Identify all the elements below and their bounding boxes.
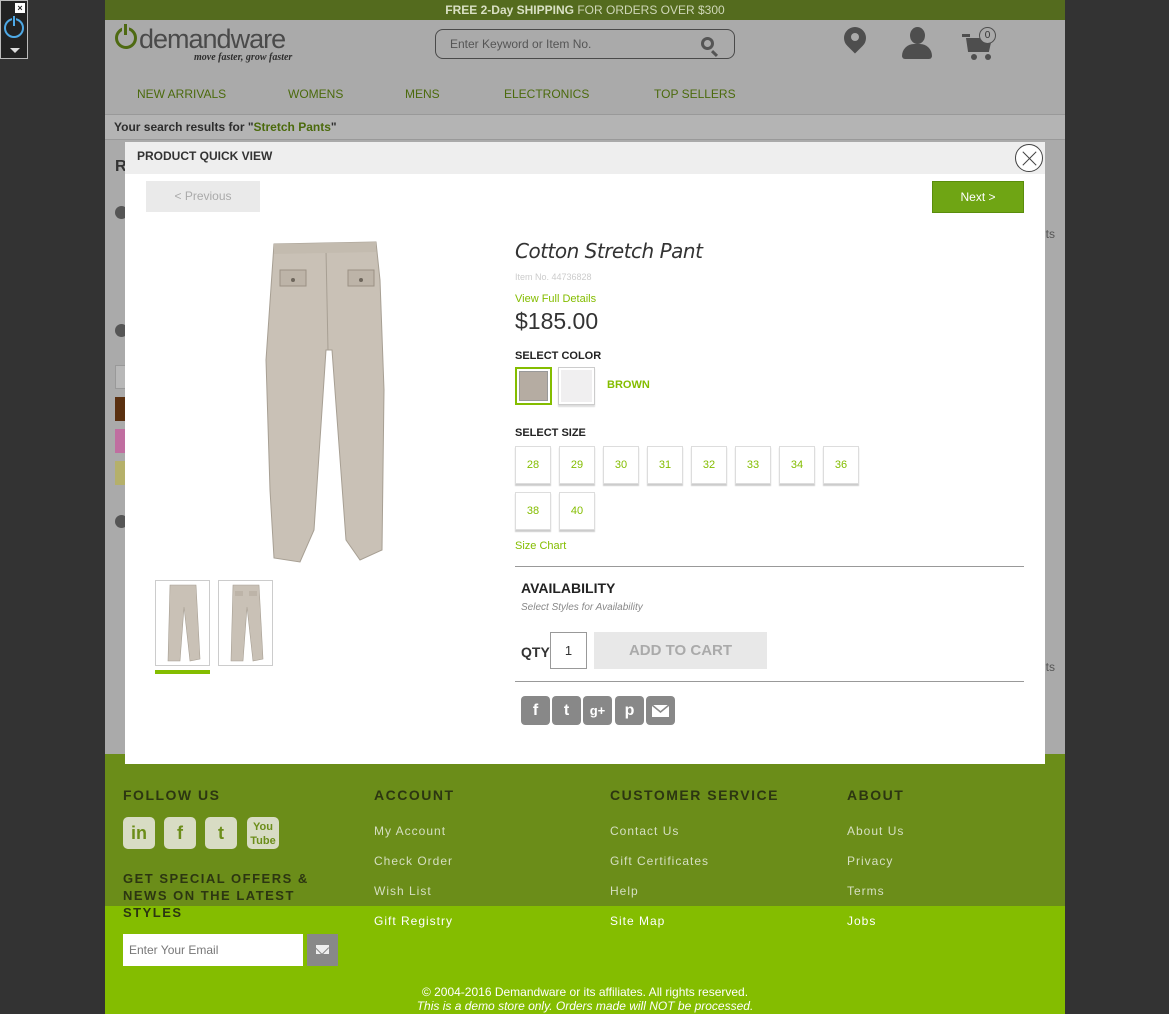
twitter-icon[interactable]: t — [552, 696, 581, 725]
nav-top-sellers[interactable]: TOP SELLERS — [654, 87, 736, 101]
search-term: Stretch Pants — [253, 120, 331, 134]
footer-link-contact-us[interactable]: Contact Us — [610, 824, 679, 838]
footer-link-wish-list[interactable]: Wish List — [374, 884, 432, 898]
close-icon[interactable] — [1015, 144, 1043, 172]
size-option[interactable]: 28 — [515, 446, 551, 484]
chevron-down-icon[interactable] — [10, 48, 20, 53]
site-header: demandware move faster, grow faster 0 — [105, 20, 1065, 80]
availability-message: Select Styles for Availability — [521, 602, 643, 613]
main-nav: NEW ARRIVALS WOMENS MENS ELECTRONICS TOP… — [105, 80, 1065, 114]
footer-link-jobs[interactable]: Jobs — [847, 914, 876, 928]
email-submit-icon[interactable] — [307, 934, 338, 966]
linkedin-icon[interactable]: in — [123, 817, 155, 849]
store-locator-icon[interactable] — [839, 22, 871, 59]
footer-link-about-us[interactable]: About Us — [847, 824, 904, 838]
twitter-icon[interactable]: t — [205, 817, 237, 849]
promo-strong: FREE 2-Day SHIPPING — [445, 3, 574, 17]
footer-link-my-account[interactable]: My Account — [374, 824, 446, 838]
search-results-bar: Your search results for "Stretch Pants" — [105, 114, 1065, 140]
power-icon[interactable] — [4, 16, 24, 38]
promo-text: FOR ORDERS OVER $300 — [573, 3, 725, 17]
logo-tagline: move faster, grow faster — [194, 52, 293, 63]
item-number: Item No. 44736828 — [515, 272, 592, 282]
facebook-icon[interactable]: f — [521, 696, 550, 725]
select-size-label: SELECT SIZE — [515, 427, 586, 439]
pinterest-icon[interactable]: p — [615, 696, 644, 725]
nav-electronics[interactable]: ELECTRONICS — [504, 87, 589, 101]
product-thumbnail-1[interactable] — [155, 580, 210, 666]
footer-link-help[interactable]: Help — [610, 884, 639, 898]
logo-word: demandware — [139, 24, 286, 54]
offers-heading: GET SPECIAL OFFERS & NEWS ON THE LATEST … — [123, 871, 309, 920]
cart-icon[interactable]: 0 — [962, 27, 1002, 63]
google-plus-icon[interactable]: g+ — [583, 696, 612, 725]
size-option[interactable]: 31 — [647, 446, 683, 484]
qty-input[interactable] — [550, 632, 587, 669]
logo[interactable]: demandware move faster, grow faster — [115, 24, 305, 65]
modal-title: PRODUCT QUICK VIEW — [125, 142, 1045, 174]
size-option[interactable]: 40 — [559, 492, 595, 530]
email-icon[interactable] — [646, 696, 675, 725]
nav-new-arrivals[interactable]: NEW ARRIVALS — [137, 87, 226, 101]
nav-mens[interactable]: MENS — [405, 87, 440, 101]
footer-link-site-map[interactable]: Site Map — [610, 914, 665, 928]
view-full-details-link[interactable]: View Full Details — [515, 293, 596, 305]
product-thumbnail-2[interactable] — [218, 580, 273, 666]
logo-power-icon — [115, 24, 137, 49]
add-to-cart-button[interactable]: ADD TO CART — [594, 632, 767, 669]
size-option[interactable]: 29 — [559, 446, 595, 484]
next-button[interactable]: Next > — [932, 181, 1024, 213]
promo-banner: FREE 2-Day SHIPPING FOR ORDERS OVER $300 — [105, 0, 1065, 20]
search-box — [435, 29, 735, 59]
cart-count-badge: 0 — [979, 27, 996, 44]
customer-service-heading: CUSTOMER SERVICE — [610, 787, 779, 803]
email-signup-input[interactable] — [123, 934, 303, 966]
results-suffix: " — [330, 120, 337, 134]
follow-us-heading: FOLLOW US — [123, 787, 221, 803]
nav-womens[interactable]: WOMENS — [288, 87, 343, 101]
product-quick-view-modal: PRODUCT QUICK VIEW < Previous Next > Cot… — [125, 142, 1045, 764]
divider — [515, 681, 1024, 682]
demo-notice: This is a demo store only. Orders made w… — [416, 999, 754, 1013]
qty-label: QTY — [521, 644, 550, 660]
footer-link-privacy[interactable]: Privacy — [847, 854, 893, 868]
size-option[interactable]: 34 — [779, 446, 815, 484]
size-option[interactable]: 36 — [823, 446, 859, 484]
search-input[interactable] — [450, 30, 690, 58]
about-heading: ABOUT — [847, 787, 905, 803]
size-option[interactable]: 30 — [603, 446, 639, 484]
thumbnail-selected-indicator — [155, 670, 210, 674]
facebook-icon[interactable]: f — [164, 817, 196, 849]
footer-link-gift-registry[interactable]: Gift Registry — [374, 914, 453, 928]
previous-button[interactable]: < Previous — [146, 181, 260, 212]
footer-link-gift-certificates[interactable]: Gift Certificates — [610, 854, 709, 868]
search-icon[interactable] — [701, 37, 714, 50]
color-swatch-brown[interactable] — [515, 367, 552, 405]
size-option[interactable]: 38 — [515, 492, 551, 530]
footer-link-check-order[interactable]: Check Order — [374, 854, 453, 868]
account-heading: ACCOUNT — [374, 787, 455, 803]
copyright-text: © 2004-2016 Demandware or its affiliates… — [421, 985, 749, 999]
product-name: Cotton Stretch Pant — [515, 239, 703, 263]
availability-label: AVAILABILITY — [521, 580, 616, 596]
footer-link-terms[interactable]: Terms — [847, 884, 885, 898]
size-chart-link[interactable]: Size Chart — [515, 540, 566, 552]
size-option[interactable]: 33 — [735, 446, 771, 484]
youtube-icon[interactable]: You Tube — [247, 817, 279, 849]
selected-color-name: BROWN — [607, 379, 650, 391]
results-prefix: Your search results for " — [114, 120, 254, 134]
product-image — [265, 241, 385, 563]
widget-close-icon[interactable]: × — [15, 3, 25, 13]
user-account-icon[interactable] — [902, 27, 932, 61]
size-option[interactable]: 32 — [691, 446, 727, 484]
color-swatch-white[interactable] — [558, 367, 595, 405]
extension-widget[interactable]: × — [0, 0, 28, 59]
product-price: $185.00 — [515, 308, 599, 334]
select-color-label: SELECT COLOR — [515, 350, 602, 362]
divider — [515, 566, 1024, 567]
